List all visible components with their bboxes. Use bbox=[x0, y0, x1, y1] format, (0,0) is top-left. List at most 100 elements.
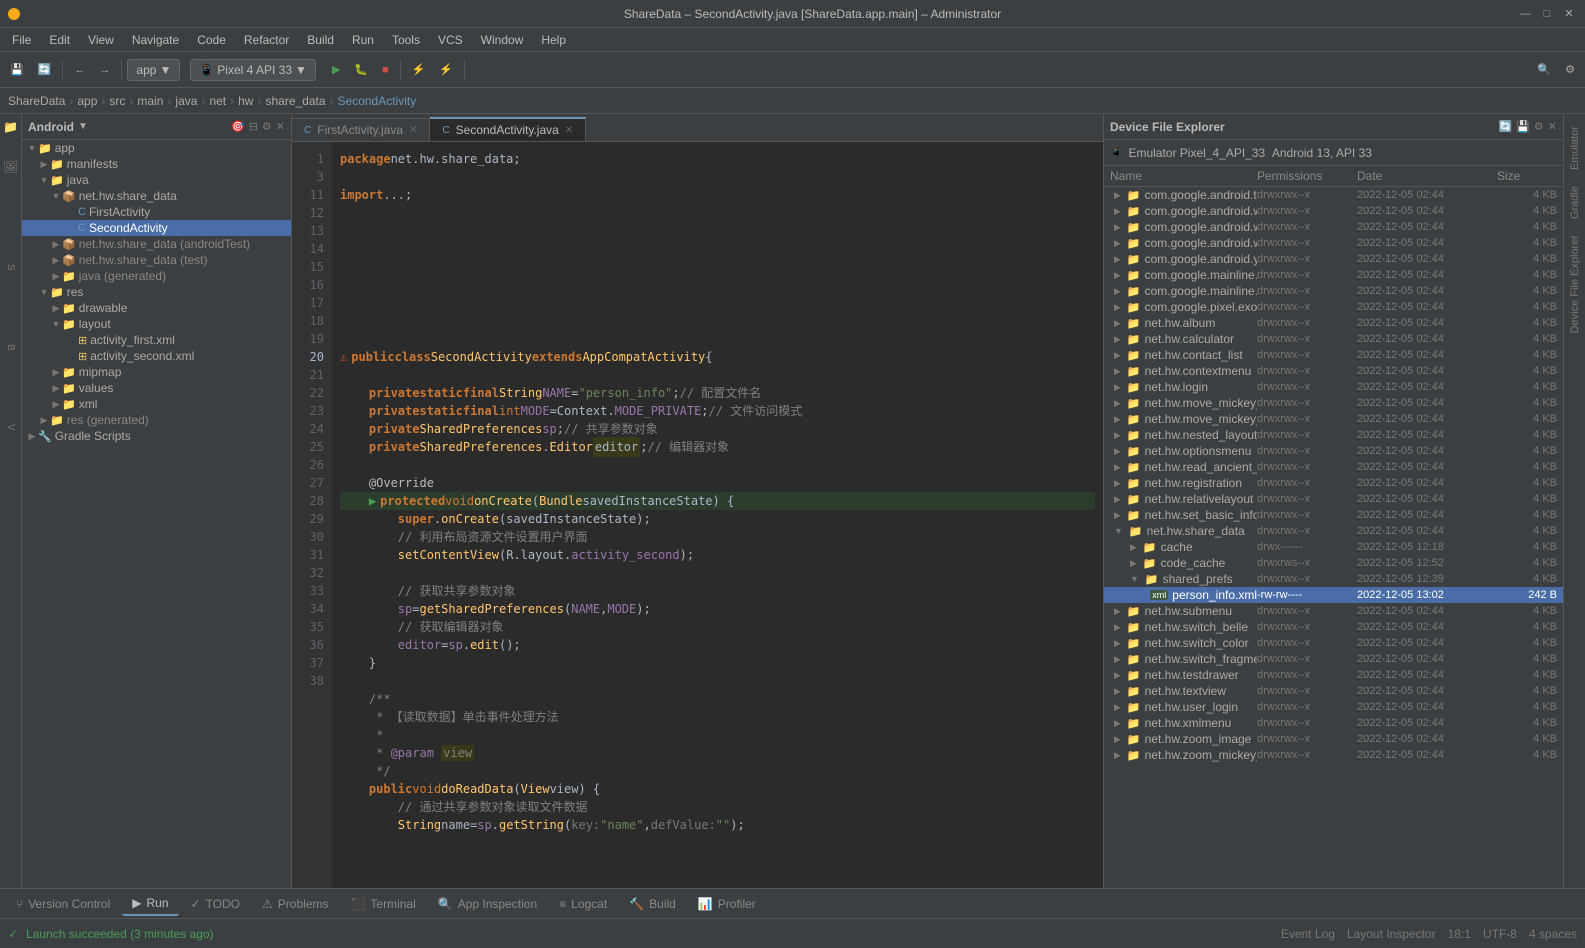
tree-item-xml-dir[interactable]: ▶ 📁 xml bbox=[22, 396, 291, 412]
bookmarks-icon[interactable]: B bbox=[2, 338, 20, 356]
tree-item-as-xml[interactable]: ▶ ⊞ activity_second.xml bbox=[22, 348, 291, 364]
project-close-icon[interactable]: ✕ bbox=[276, 120, 285, 133]
dfe-row-0[interactable]: ▶ 📁 com.google.android.tts drwxrwx--x 20… bbox=[1104, 187, 1563, 203]
tab-secondactivity[interactable]: C SecondActivity.java ✕ bbox=[430, 117, 586, 141]
event-log-btn[interactable]: Event Log bbox=[1281, 927, 1335, 941]
tab-sa-close[interactable]: ✕ bbox=[565, 125, 573, 136]
bc-second-activity[interactable]: SecondActivity bbox=[338, 94, 417, 108]
build-variants-icon[interactable]: V bbox=[2, 418, 20, 436]
bottom-tab-build[interactable]: 🔨Build bbox=[619, 893, 686, 915]
maximize-btn[interactable]: □ bbox=[1539, 6, 1555, 22]
menu-item-build[interactable]: Build bbox=[299, 31, 342, 49]
bottom-tab-version-control[interactable]: ⑂Version Control bbox=[6, 893, 120, 915]
device-selector[interactable]: 📱 Pixel 4 API 33 ▼ bbox=[190, 59, 316, 81]
menu-item-navigate[interactable]: Navigate bbox=[124, 31, 187, 49]
tree-item-res-gen[interactable]: ▶ 📁 res (generated) bbox=[22, 412, 291, 428]
dfe-row-6[interactable]: ▶ 📁 com.google.mainline.telemetry drwxrw… bbox=[1104, 283, 1563, 299]
save-all-btn[interactable]: 💾 bbox=[4, 59, 30, 80]
dfe-row-29[interactable]: ▶ 📁 net.hw.switch_fragment drwxrwx--x 20… bbox=[1104, 651, 1563, 667]
bottom-tab-todo[interactable]: ✓TODO bbox=[181, 893, 251, 915]
dfe-row-26[interactable]: ▶ 📁 net.hw.submenu drwxrwx--x 2022-12-05… bbox=[1104, 603, 1563, 619]
dfe-row-33[interactable]: ▶ 📁 net.hw.xmlmenu drwxrwx--x 2022-12-05… bbox=[1104, 715, 1563, 731]
dfe-row-31[interactable]: ▶ 📁 net.hw.textview drwxrwx--x 2022-12-0… bbox=[1104, 683, 1563, 699]
dfe-row-16[interactable]: ▶ 📁 net.hw.optionsmenu drwxrwx--x 2022-1… bbox=[1104, 443, 1563, 459]
project-icon[interactable]: 📁 bbox=[2, 118, 20, 136]
structure-icon[interactable]: S bbox=[2, 258, 20, 276]
bottom-tab-terminal[interactable]: ⬛Terminal bbox=[340, 893, 425, 915]
dfe-row-1[interactable]: ▶ 📁 com.google.android.webview drwxrwx--… bbox=[1104, 203, 1563, 219]
dfe-row-18[interactable]: ▶ 📁 net.hw.registration drwxrwx--x 2022-… bbox=[1104, 475, 1563, 491]
dfe-row-35[interactable]: ▶ 📁 net.hw.zoom_mickey_by_touch drwxrwx-… bbox=[1104, 747, 1563, 763]
tree-item-manifests[interactable]: ▶ 📁 manifests bbox=[22, 156, 291, 172]
tree-item-gradle[interactable]: ▶ 🔧 Gradle Scripts bbox=[22, 428, 291, 444]
dfe-row-7[interactable]: ▶ 📁 com.google.pixel.exo drwxrwx--x 2022… bbox=[1104, 299, 1563, 315]
dfe-row-22[interactable]: ▶ 📁 cache drwx------ 2022-12-05 12:18 4 … bbox=[1104, 539, 1563, 555]
tab-fa-close[interactable]: ✕ bbox=[409, 125, 417, 136]
settings-btn[interactable]: ⚙ bbox=[1559, 59, 1581, 80]
minimize-btn[interactable]: — bbox=[1517, 6, 1533, 22]
dfe-save-icon[interactable]: 💾 bbox=[1516, 120, 1530, 133]
project-dropdown-icon[interactable]: ▼ bbox=[78, 121, 88, 132]
project-settings-icon[interactable]: ⚙ bbox=[262, 120, 272, 133]
gradle-tab[interactable]: Gradle bbox=[1566, 178, 1584, 227]
menu-item-refactor[interactable]: Refactor bbox=[236, 31, 297, 49]
bc-src[interactable]: src bbox=[109, 94, 125, 108]
bc-java[interactable]: java bbox=[175, 94, 197, 108]
dfe-row-13[interactable]: ▶ 📁 net.hw.move_mickey_by_key drwxrwx--x… bbox=[1104, 395, 1563, 411]
app-selector[interactable]: app ▼ bbox=[127, 59, 180, 81]
dfe-row-10[interactable]: ▶ 📁 net.hw.contact_list drwxrwx--x 2022-… bbox=[1104, 347, 1563, 363]
tree-item-package-main[interactable]: ▼ 📦 net.hw.share_data bbox=[22, 188, 291, 204]
bottom-tab-app-inspection[interactable]: 🔍App Inspection bbox=[428, 893, 547, 915]
dfe-refresh-icon[interactable]: 🔄 bbox=[1499, 120, 1513, 133]
menu-item-edit[interactable]: Edit bbox=[41, 31, 78, 49]
dfe-row-19[interactable]: ▶ 📁 net.hw.relativelayout drwxrwx--x 202… bbox=[1104, 491, 1563, 507]
code-content[interactable]: package net.hw.share_data; import ...; ⚠… bbox=[332, 142, 1103, 888]
bottom-tab-problems[interactable]: ⚠Problems bbox=[252, 893, 338, 915]
bc-net[interactable]: net bbox=[209, 94, 226, 108]
tree-item-af-xml[interactable]: ▶ ⊞ activity_first.xml bbox=[22, 332, 291, 348]
menu-item-file[interactable]: File bbox=[4, 31, 39, 49]
sync-btn[interactable]: 🔄 bbox=[32, 59, 58, 80]
dfe-row-32[interactable]: ▶ 📁 net.hw.user_login drwxrwx--x 2022-12… bbox=[1104, 699, 1563, 715]
menu-item-help[interactable]: Help bbox=[533, 31, 574, 49]
dfe-row-20[interactable]: ▶ 📁 net.hw.set_basic_information drwxrwx… bbox=[1104, 507, 1563, 523]
menu-item-vcs[interactable]: VCS bbox=[430, 31, 471, 49]
layout-inspector-btn[interactable]: Layout Inspector bbox=[1347, 927, 1436, 941]
dfe-row-34[interactable]: ▶ 📁 net.hw.zoom_image drwxrwx--x 2022-12… bbox=[1104, 731, 1563, 747]
dfe-row-2[interactable]: ▶ 📁 com.google.android.wifi.dialog drwxr… bbox=[1104, 219, 1563, 235]
tree-item-values[interactable]: ▶ 📁 values bbox=[22, 380, 291, 396]
dfe-settings-icon[interactable]: ⚙ bbox=[1534, 120, 1544, 133]
dfe-close-icon[interactable]: ✕ bbox=[1548, 120, 1557, 133]
dfe-row-5[interactable]: ▶ 📁 com.google.mainline.adservice drwxrw… bbox=[1104, 267, 1563, 283]
dfe-row-27[interactable]: ▶ 📁 net.hw.switch_belle drwxrwx--x 2022-… bbox=[1104, 619, 1563, 635]
tree-item-res[interactable]: ▼ 📁 res bbox=[22, 284, 291, 300]
tree-item-mipmap[interactable]: ▶ 📁 mipmap bbox=[22, 364, 291, 380]
dfe-row-14[interactable]: ▶ 📁 net.hw.move_mickey_by_touch drwxrwx-… bbox=[1104, 411, 1563, 427]
tree-item-layout[interactable]: ▼ 📁 layout bbox=[22, 316, 291, 332]
close-btn[interactable]: ✕ bbox=[1561, 6, 1577, 22]
emulator-tab[interactable]: Emulator bbox=[1566, 118, 1584, 178]
project-collapse-icon[interactable]: ⊟ bbox=[249, 120, 258, 133]
menu-item-run[interactable]: Run bbox=[344, 31, 382, 49]
project-locate-icon[interactable]: 🎯 bbox=[231, 120, 245, 133]
bc-share-data-pkg[interactable]: share_data bbox=[265, 94, 325, 108]
menu-item-tools[interactable]: Tools bbox=[384, 31, 428, 49]
dfe-row-12[interactable]: ▶ 📁 net.hw.login drwxrwx--x 2022-12-05 0… bbox=[1104, 379, 1563, 395]
bc-hw[interactable]: hw bbox=[238, 94, 253, 108]
dfe-row-9[interactable]: ▶ 📁 net.hw.calculator drwxrwx--x 2022-12… bbox=[1104, 331, 1563, 347]
dfe-row-28[interactable]: ▶ 📁 net.hw.switch_color drwxrwx--x 2022-… bbox=[1104, 635, 1563, 651]
stop-btn[interactable]: ■ bbox=[376, 60, 395, 80]
bottom-tab-run[interactable]: ▶Run bbox=[122, 892, 178, 916]
tree-item-java[interactable]: ▼ 📁 java bbox=[22, 172, 291, 188]
menu-item-view[interactable]: View bbox=[80, 31, 122, 49]
menu-item-code[interactable]: Code bbox=[189, 31, 234, 49]
bc-main[interactable]: main bbox=[137, 94, 163, 108]
apply-changes-btn[interactable]: ⚡ bbox=[433, 59, 459, 80]
tree-item-drawable[interactable]: ▶ 📁 drawable bbox=[22, 300, 291, 316]
dfe-row-21[interactable]: ▼ 📁 net.hw.share_data drwxrwx--x 2022-12… bbox=[1104, 523, 1563, 539]
forward-btn[interactable]: → bbox=[93, 60, 116, 80]
dfe-row-30[interactable]: ▶ 📁 net.hw.testdrawer drwxrwx--x 2022-12… bbox=[1104, 667, 1563, 683]
bc-app[interactable]: app bbox=[77, 94, 97, 108]
bottom-tab-profiler[interactable]: 📊Profiler bbox=[688, 893, 766, 915]
menu-item-window[interactable]: Window bbox=[473, 31, 532, 49]
